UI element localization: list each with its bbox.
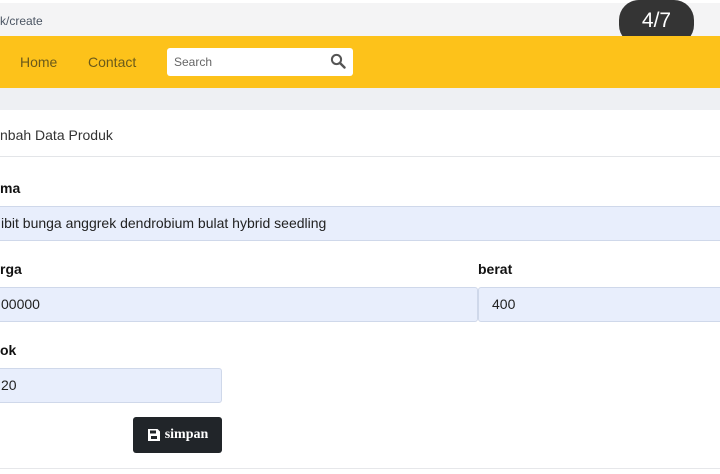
nama-field[interactable]: ibit bunga anggrek dendrobium bulat hybr…: [0, 206, 720, 241]
product-form-card: nbah Data Produk ma ibit bunga anggrek d…: [0, 110, 720, 474]
floppy-disk-icon: [147, 429, 160, 441]
save-button-label: simpan: [164, 427, 209, 442]
search-input[interactable]: [167, 48, 322, 76]
harga-value: 00000: [1, 296, 40, 312]
nama-value: ibit bunga anggrek dendrobium bulat hybr…: [1, 215, 327, 231]
berat-value: 400: [492, 296, 516, 312]
url-text: k/create: [0, 14, 43, 28]
stok-label: ok: [0, 342, 17, 358]
stok-value: 20: [1, 377, 17, 393]
address-bar[interactable]: k/create: [0, 0, 720, 36]
top-navbar: Home Contact: [0, 36, 720, 88]
form-title: nbah Data Produk: [0, 127, 113, 143]
berat-field[interactable]: 400: [478, 287, 720, 322]
page-spacer: [0, 88, 720, 110]
nama-label: ma: [0, 180, 21, 196]
card-header: nbah Data Produk: [0, 110, 720, 157]
nav-home-link[interactable]: Home: [20, 54, 57, 70]
search-icon[interactable]: [330, 53, 346, 69]
berat-label: berat: [478, 261, 513, 277]
harga-label: rga: [0, 261, 22, 277]
harga-field[interactable]: 00000: [0, 287, 478, 322]
save-button[interactable]: simpan: [133, 417, 222, 453]
card-footer-divider: [0, 468, 720, 469]
nav-contact-link[interactable]: Contact: [88, 54, 136, 70]
search-box: [167, 48, 353, 76]
stok-field[interactable]: 20: [0, 368, 222, 403]
